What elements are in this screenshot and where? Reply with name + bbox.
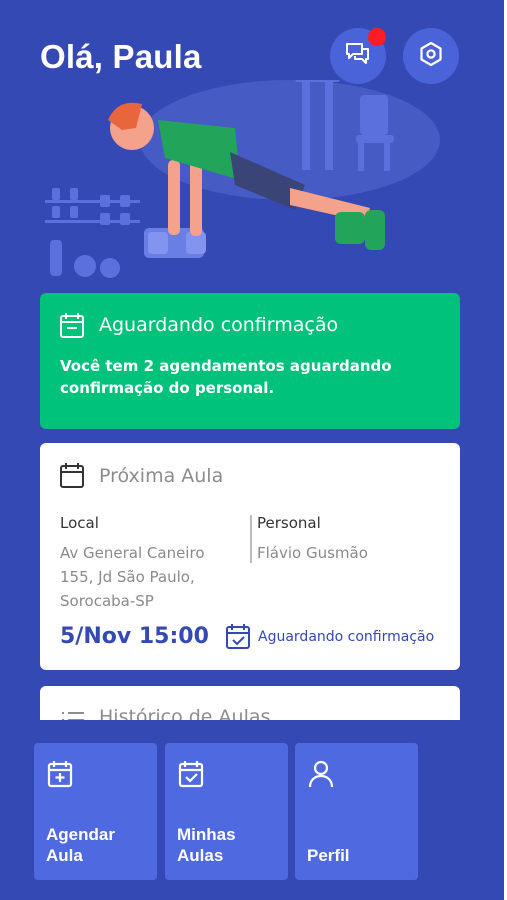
chat-bubbles-icon <box>343 39 373 73</box>
hexagon-settings-icon <box>417 40 445 72</box>
notification-badge <box>368 28 386 46</box>
calendar-plus-icon <box>46 759 74 793</box>
local-value: Av General Caneiro 155, Jd São Paulo, So… <box>60 544 205 610</box>
column-divider <box>250 515 252 563</box>
user-icon <box>307 759 335 793</box>
my-classes-label: Minhas Aulas <box>177 825 236 865</box>
personal-label: Personal <box>257 514 321 532</box>
calendar-check-icon <box>177 759 205 793</box>
calendar-check-icon <box>225 622 251 654</box>
pending-card-title: Aguardando confirmação <box>99 314 339 336</box>
workout-illustration <box>45 80 440 278</box>
my-classes-button[interactable]: Minhas Aulas <box>165 743 288 880</box>
pending-card-message: Você tem 2 agendamentos aguardando confi… <box>60 357 392 397</box>
greeting-title: Olá, Paula <box>40 38 202 75</box>
class-status: Aguardando confirmação <box>258 629 435 645</box>
class-datetime: 5/Nov 15:00 <box>60 624 209 649</box>
personal-value: Flávio Gusmão <box>257 544 368 562</box>
home-screen: Olá, Paula Aguardando confirmação Você t… <box>0 0 504 900</box>
profile-button[interactable]: Perfil <box>295 743 418 880</box>
schedule-class-label: Agendar Aula <box>46 825 115 865</box>
local-label: Local <box>60 514 99 532</box>
settings-button[interactable] <box>403 28 459 84</box>
calendar-icon <box>59 311 85 343</box>
profile-label: Perfil <box>307 846 350 865</box>
calendar-icon <box>59 461 85 493</box>
next-class-title: Próxima Aula <box>99 465 224 487</box>
schedule-class-button[interactable]: Agendar Aula <box>34 743 157 880</box>
